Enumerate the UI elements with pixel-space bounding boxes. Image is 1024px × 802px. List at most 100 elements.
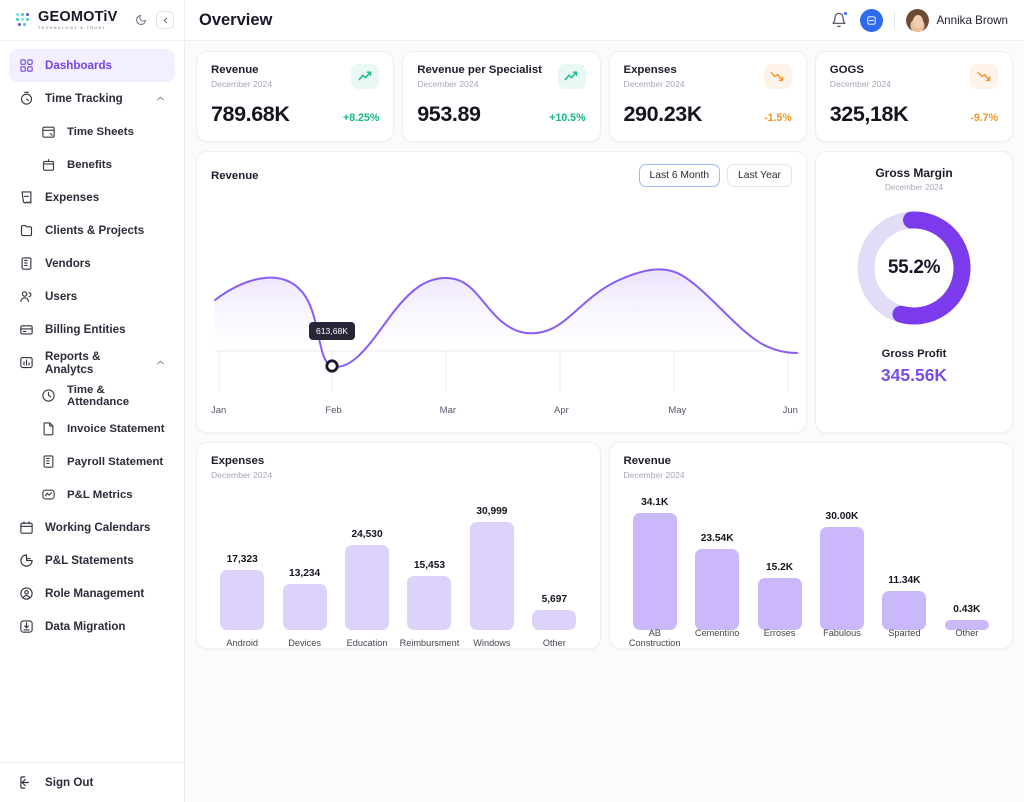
sidebar-item-time-sheets[interactable]: Time Sheets [9,115,175,148]
bottom-row: Expenses December 2024 17,323 13,234 24,53… [196,442,1013,649]
chevron-up-icon[interactable] [155,93,166,104]
bar-category-label: Cementino [694,628,740,638]
kpi-value: 325,18K [829,102,909,126]
bar-category-label: Sparted [888,628,921,638]
gross-margin-title: Gross Margin [875,166,953,180]
x-tick-label: Jan [211,405,227,416]
bar-value-label: 23.54K [700,533,734,545]
sidebar-item-label: Data Migration [45,620,126,633]
sidebar-item-expenses[interactable]: Expenses [9,181,175,214]
topbar-actions: Annika Brown [829,8,1008,32]
main-area: Overview Annika Brown Revenue December 2… [185,0,1024,802]
sidebar-item-invoice-statement[interactable]: Invoice Statement [9,412,175,445]
bar-value-label: 5,697 [541,594,568,606]
sidebar-item-billing-entities[interactable]: Billing Entities [9,313,175,346]
bar[interactable] [407,576,452,630]
sidebar-nav: Dashboards Time Tracking Time Sheets Benefi… [0,41,184,762]
sidebar-item-label: Clients & Projects [45,224,145,237]
timer-icon [18,90,35,107]
sidebar-item-data-migration[interactable]: Data Migration [9,610,175,643]
x-tick-label: May [668,405,687,416]
sidebar-item-label: Reports & Analytcs [45,349,101,376]
logout-icon [18,774,35,791]
sidebar-item-reports-analytcs[interactable]: Reports & Analytcs [9,346,175,379]
kpi-value: 789.68K [211,102,290,126]
kpi-card-revenue-per-specialist: Revenue per Specialist December 2024 953.8… [402,51,601,142]
pie-clock-icon [18,552,35,569]
gross-profit-label: Gross Profit [881,348,947,360]
bar[interactable] [282,583,327,630]
bar[interactable] [532,610,577,630]
moon-icon[interactable] [132,11,150,29]
bar[interactable] [819,527,864,630]
sidebar-item-role-management[interactable]: Role Management [9,577,175,610]
avatar [906,8,930,32]
users-icon [18,288,35,305]
grid-icon [18,57,35,74]
sidebar-item-time-tracking[interactable]: Time Tracking [9,82,175,115]
sign-out-button[interactable]: Sign Out [0,762,184,802]
expenses-categories: Android Devices Education Reimbursment Windo… [211,638,586,648]
trend-box-icon [40,486,57,503]
kpi-card-gogs: GOGS December 2024 325,18K -9.7% [814,51,1013,142]
bar[interactable] [345,544,390,630]
clock-icon [40,387,57,404]
sidebar-item-label: Vendors [45,257,91,270]
kpi-label: GOGS [829,64,864,76]
collapse-sidebar-icon[interactable] [156,11,174,29]
expenses-bar-chart-card: Expenses December 2024 17,323 13,234 24,53… [196,442,601,649]
bar[interactable] [695,549,740,630]
revenue-tooltip: 613,68K [309,322,356,340]
folder-icon [18,222,35,239]
message-icon[interactable] [860,8,884,32]
chevron-up-icon[interactable] [155,357,166,368]
dashboard-content: Revenue December 2024 789.68K +8.25% Revenue… [185,41,1024,802]
bar-category-label: AB Construction [628,628,681,648]
bar-category-label: Fabulous [823,628,861,638]
x-tick-label: Apr [553,405,569,416]
sidebar-item-label: Time Sheets [67,125,134,138]
sign-out-label: Sign Out [45,776,94,789]
revenue-area [215,269,797,367]
sidebar-item-payroll-statement[interactable]: Payroll Statement [9,445,175,478]
notification-badge [843,11,849,16]
bar-value-label: 34.1K [641,497,669,508]
bar-value-label: 24,530 [351,528,383,540]
brand-logo[interactable]: GEOMOTiV TECHNOLOGY & TRUST [16,10,126,30]
revenue-bar-date: December 2024 [623,470,685,480]
bar[interactable] [469,522,514,630]
brand-name: GEOMOTiV [38,8,118,25]
revenue-bars: 34.1K 23.54K 15.2K 30.00K 11.34K 0.43K [624,491,999,630]
sidebar-item-p-l-metrics[interactable]: P&L Metrics [9,478,175,511]
bar-value-label: 11.34K [888,575,921,587]
mid-row: Revenue Last 6 Month Last Year 613,68K J… [196,151,1013,433]
sidebar-item-clients-projects[interactable]: Clients & Projects [9,214,175,247]
sidebar-item-vendors[interactable]: Vendors [9,247,175,280]
range-last-6-month[interactable]: Last 6 Month [638,164,721,187]
building-icon [18,255,35,272]
bar[interactable] [220,569,265,630]
sidebar-item-p-l-statements[interactable]: P&L Statements [9,544,175,577]
bar-column: 30.00K [811,491,873,630]
bell-icon[interactable] [829,10,849,30]
bar[interactable] [757,577,802,630]
kpi-date: December 2024 [829,79,891,89]
dashboard-app: GEOMOTiV TECHNOLOGY & TRUST Dashboards Ti… [0,0,1024,802]
bar-value-label: 15.2K [765,561,794,573]
bar-column: 15,453 [398,491,460,630]
sidebar-item-label: Payroll Statement [67,455,164,468]
sidebar-item-label: Invoice Statement [67,422,165,435]
sidebar-item-working-calendars[interactable]: Working Calendars [9,511,175,544]
user-menu[interactable]: Annika Brown [906,8,1008,32]
bar[interactable] [882,591,927,630]
revenue-bar-chart-card: Revenue December 2024 34.1K 23.54K 15.2K 30… [608,442,1013,649]
user-circle-icon [18,585,35,602]
kpi-card-expenses: Expenses December 2024 290.23K -1.5% [608,51,807,142]
bar[interactable] [632,513,677,630]
sidebar-item-time-attendance[interactable]: Time & Attendance [9,379,175,412]
sidebar-item-users[interactable]: Users [9,280,175,313]
range-last-year[interactable]: Last Year [727,164,792,187]
sidebar-item-dashboards[interactable]: Dashboards [9,49,175,82]
bar-category-label: Reimbursment [399,638,460,648]
sidebar-item-benefits[interactable]: Benefits [9,148,175,181]
